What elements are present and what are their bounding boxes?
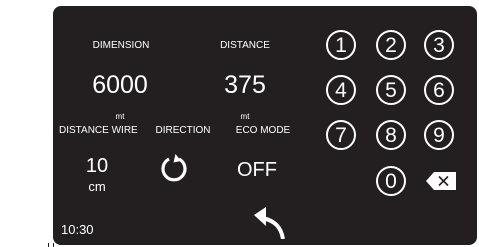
distance-wire-label: DISTANCE WIRE <box>59 125 138 136</box>
dimension-label: DIMENSION <box>92 40 150 51</box>
key-2[interactable]: 2 <box>376 30 406 60</box>
edge-mark <box>48 243 49 247</box>
key-7[interactable]: 7 <box>326 120 356 150</box>
backspace-icon[interactable] <box>426 172 456 190</box>
distance-wire-value[interactable]: 10 <box>86 155 108 178</box>
distance-wire-unit: cm <box>88 179 106 194</box>
distance-label: DISTANCE <box>220 40 270 51</box>
distance-value[interactable]: 375 <box>224 71 266 100</box>
key-8[interactable]: 8 <box>376 120 406 150</box>
key-4[interactable]: 4 <box>326 75 356 105</box>
back-arrow-icon[interactable] <box>251 205 287 239</box>
key-5[interactable]: 5 <box>376 75 406 105</box>
distance-unit: mt <box>240 112 250 121</box>
key-9[interactable]: 9 <box>424 120 454 150</box>
device-screen: DIMENSION DISTANCE 6000 mt 375 mt DISTAN… <box>53 6 477 245</box>
direction-label: DIRECTION <box>155 125 211 136</box>
key-0[interactable]: 0 <box>376 166 406 196</box>
rotate-icon[interactable] <box>159 152 189 184</box>
key-6[interactable]: 6 <box>424 75 454 105</box>
eco-mode-value[interactable]: OFF <box>237 159 277 182</box>
clock: 10:30 <box>61 222 94 237</box>
eco-mode-label: ECO MODE <box>235 125 291 136</box>
dimension-value[interactable]: 6000 <box>92 71 148 100</box>
key-3[interactable]: 3 <box>424 30 454 60</box>
dimension-unit: mt <box>115 112 125 121</box>
edge-mark <box>53 243 54 247</box>
key-1[interactable]: 1 <box>326 30 356 60</box>
